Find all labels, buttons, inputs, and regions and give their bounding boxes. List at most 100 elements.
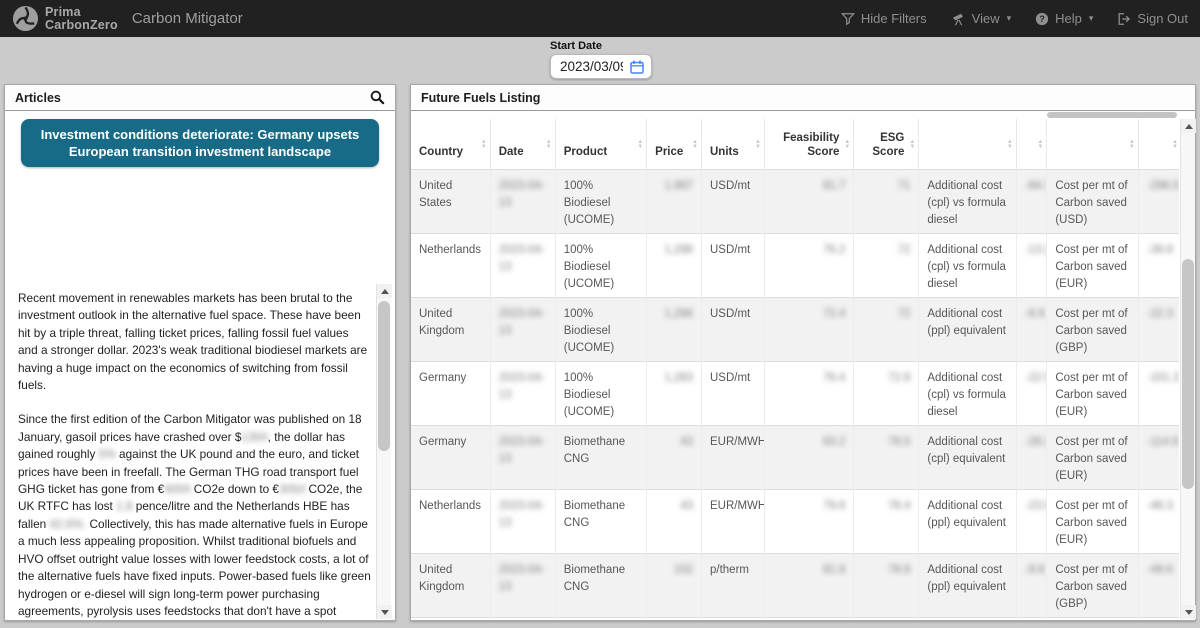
column-header[interactable]: ▲▼ (1016, 119, 1046, 169)
redacted-value: 2023-04-13 (499, 180, 545, 209)
redacted-value: 2023-04-13 (499, 564, 545, 593)
table-cell-redacted: -48.3 (1138, 489, 1179, 553)
table-cell: USD/cbm (702, 617, 765, 619)
table-cell: USD/mt (702, 233, 765, 297)
sort-icon[interactable]: ▲▼ (1037, 140, 1043, 150)
brand: Prima CarbonZero (12, 5, 118, 32)
table-cell-redacted: 1,283 (647, 361, 702, 425)
table-row[interactable]: Netherlands2023-04-13Biomethane CNG43EUR… (411, 489, 1179, 553)
sort-icon[interactable]: ▲▼ (481, 140, 487, 150)
table-cell-redacted: 79.6 (764, 489, 853, 553)
article-paragraph: Since the first edition of the Carbon Mi… (18, 411, 371, 619)
column-header-date[interactable]: Date▲▼ (490, 119, 555, 169)
column-header-label: Product (564, 146, 607, 158)
redacted-value: 72.4 (823, 308, 845, 320)
column-header-product[interactable]: Product ▲▼ (555, 119, 646, 169)
redacted-value: 76.4 (823, 372, 845, 384)
cell-text: Biomethane CNG (564, 564, 625, 593)
redacted-value: 81.7 (823, 180, 845, 192)
table-cell-redacted: 2023-04-13 (490, 425, 555, 489)
scroll-down-button[interactable] (1181, 605, 1196, 619)
article-scrollbar[interactable] (376, 284, 391, 619)
scroll-down-button[interactable] (377, 605, 392, 619)
sort-icon[interactable]: ▲▼ (1007, 140, 1013, 150)
svg-text:?: ? (1039, 14, 1044, 24)
redacted-value: 2023-04-13 (499, 500, 545, 529)
column-header-label: Price (655, 146, 683, 158)
table-cell-redacted: -298.5 (1138, 169, 1179, 233)
sort-icon[interactable]: ▲▼ (909, 140, 915, 150)
table-cell-redacted: 1,288 (647, 233, 702, 297)
sort-icon[interactable]: ▲▼ (755, 140, 761, 150)
column-header[interactable]: ▲▼ (1047, 119, 1138, 169)
table-scrollbar-thumb[interactable] (1182, 259, 1194, 489)
cell-text: Cost per mt of Carbon saved (USD) (1055, 180, 1127, 226)
column-header-price[interactable]: Price ▲▼ (647, 119, 702, 169)
start-date-label: Start Date (550, 40, 652, 52)
start-date-input-wrap (550, 54, 652, 79)
table-cell-redacted: -23.9 (1016, 489, 1046, 553)
search-icon[interactable] (370, 90, 385, 105)
cell-text: USD/mt (710, 180, 750, 192)
table-cell-redacted: -88.2 (1016, 617, 1046, 619)
sign-out-button[interactable]: Sign Out (1117, 11, 1188, 26)
table-cell-redacted: 71 (854, 169, 919, 233)
table-row[interactable]: Germany2023-04-13Biomethane CNG43EUR/MWH… (411, 425, 1179, 489)
help-menu-button[interactable]: ? Help ▾ (1035, 11, 1093, 26)
table-cell: Germany (411, 425, 490, 489)
cell-text: Additional cost (ppl) equivalent (927, 308, 1006, 337)
sort-icon[interactable]: ▲▼ (692, 140, 698, 150)
article-scrollbar-thumb[interactable] (378, 301, 390, 451)
column-header[interactable]: ▲▼ (1138, 119, 1179, 169)
future-fuels-panel-header: Future Fuels Listing (411, 85, 1195, 111)
table-row[interactable]: Germany2023-04-13100% Biodiesel (UCOME)1… (411, 361, 1179, 425)
sort-icon[interactable]: ▲▼ (1172, 140, 1178, 150)
column-header-units[interactable]: Units▲▼ (702, 119, 765, 169)
scroll-up-button[interactable] (1181, 119, 1196, 133)
redacted-value: -39.8 (1147, 244, 1173, 256)
table-cell-redacted: 83.2 (764, 425, 853, 489)
table-horizontal-scrollbar-thumb[interactable] (1047, 112, 1177, 118)
table-cell-redacted: -39.8 (1138, 233, 1179, 297)
table-cell-redacted: 1,286 (647, 297, 702, 361)
article-body-scroll-area: Recent movement in renewables markets ha… (5, 284, 395, 619)
start-date-input[interactable] (551, 59, 623, 74)
column-header-feasibility-score[interactable]: Feasibility Score▲▼ (764, 119, 853, 169)
table-body: United States2023-04-13100% Biodiesel (U… (411, 169, 1179, 619)
table-viewport: Country▲▼Date▲▼Product▲▼Price▲▼Units▲▼Fe… (411, 119, 1179, 619)
redacted-value: 2023-04-13 (499, 436, 545, 465)
column-header-country[interactable]: Country▲▼ (411, 119, 490, 169)
table-row[interactable]: United States2023-04-13Biomethane CNG207… (411, 617, 1179, 619)
table-horizontal-scrollbar[interactable] (411, 111, 1195, 119)
paragraph-text: CO2e down to € (190, 482, 279, 496)
table-row[interactable]: United Kingdom2023-04-13Biomethane CNG10… (411, 553, 1179, 617)
scroll-up-button[interactable] (377, 284, 392, 298)
column-header[interactable]: ▲▼ (919, 119, 1017, 169)
selected-article-button[interactable]: Investment conditions deteriorate: Germa… (21, 119, 379, 167)
top-nav: Hide Filters View ▾ ? Help ▾ (841, 11, 1188, 26)
redacted-value: 400/t (164, 482, 190, 496)
table-scrollbar[interactable] (1180, 119, 1195, 619)
column-header-esg-score[interactable]: ESG Score▲▼ (854, 119, 919, 169)
sort-icon[interactable]: ▲▼ (546, 140, 552, 150)
table-cell-redacted: -8.9 (1016, 297, 1046, 361)
table-row[interactable]: Netherlands2023-04-13100% Biodiesel (UCO… (411, 233, 1179, 297)
calendar-icon[interactable] (629, 59, 645, 75)
cell-text: Biomethane CNG (564, 500, 625, 529)
table-row[interactable]: United States2023-04-13100% Biodiesel (U… (411, 169, 1179, 233)
redacted-value: 81.6 (823, 564, 845, 576)
table-cell-redacted: 1,987 (647, 169, 702, 233)
future-fuels-table: Country▲▼Date▲▼Product▲▼Price▲▼Units▲▼Fe… (411, 119, 1179, 619)
hide-filters-button[interactable]: Hide Filters (841, 11, 927, 26)
table-row[interactable]: United Kingdom2023-04-13100% Biodiesel (… (411, 297, 1179, 361)
view-menu-button[interactable]: View ▾ (951, 11, 1011, 26)
article-paragraph: Recent movement in renewables markets ha… (18, 290, 371, 394)
redacted-value: -49.6 (1147, 564, 1173, 576)
page-title: Carbon Mitigator (132, 10, 243, 27)
redacted-value: -23.9 (1025, 500, 1047, 512)
table-cell: Cost per mt of Carbon saved (USD) (1047, 169, 1138, 233)
sort-icon[interactable]: ▲▼ (637, 140, 643, 150)
table-cell: Germany (411, 361, 490, 425)
sort-icon[interactable]: ▲▼ (1129, 140, 1135, 150)
sort-icon[interactable]: ▲▼ (844, 140, 850, 150)
